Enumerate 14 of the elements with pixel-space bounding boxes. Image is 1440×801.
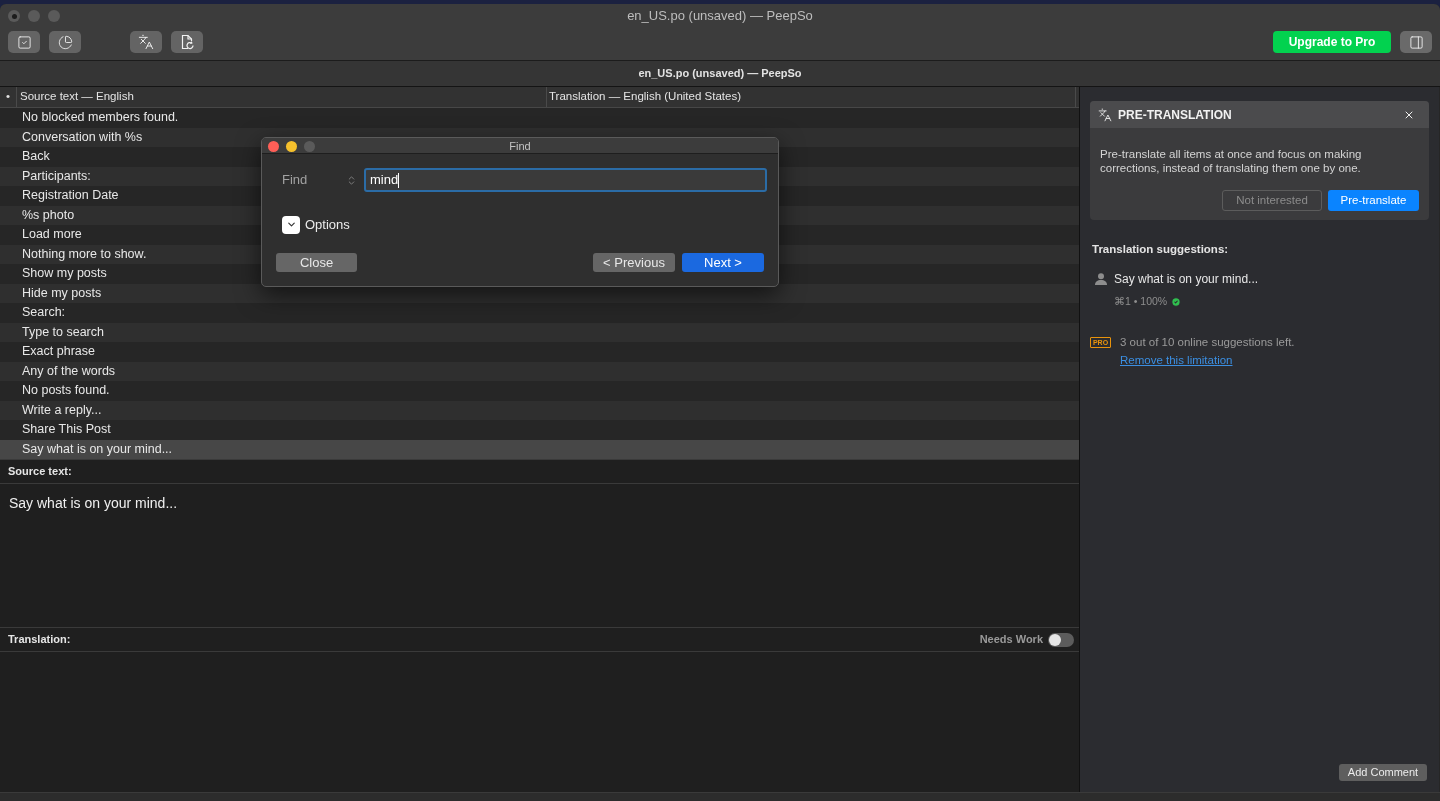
source-label: Source text: [8, 464, 72, 480]
find-label: Find [282, 171, 309, 190]
suggestion-meta: ⌘1 • 100% [1114, 294, 1168, 309]
translation-label: Translation: [8, 632, 71, 648]
card-description: Pre-translate all items at once and focus on making corrections, instead of translating them one by one. [1100, 147, 1363, 175]
suggestions-title: Translation suggestions: [1091, 242, 1230, 256]
limit-text: 3 out of 10 online suggestions left. [1120, 334, 1295, 350]
source-text: Say what is on your mind... [9, 495, 178, 511]
needs-work-label: Needs Work [979, 632, 1043, 648]
suggestion-text: Say what is on your mind... [1114, 271, 1259, 288]
card-title: PRE-TRANSLATION [1118, 106, 1232, 124]
dialog-title: Find [509, 139, 531, 154]
window-title: en_US.po (unsaved) — PeepSo [627, 7, 813, 26]
options-label: Options [305, 216, 350, 234]
